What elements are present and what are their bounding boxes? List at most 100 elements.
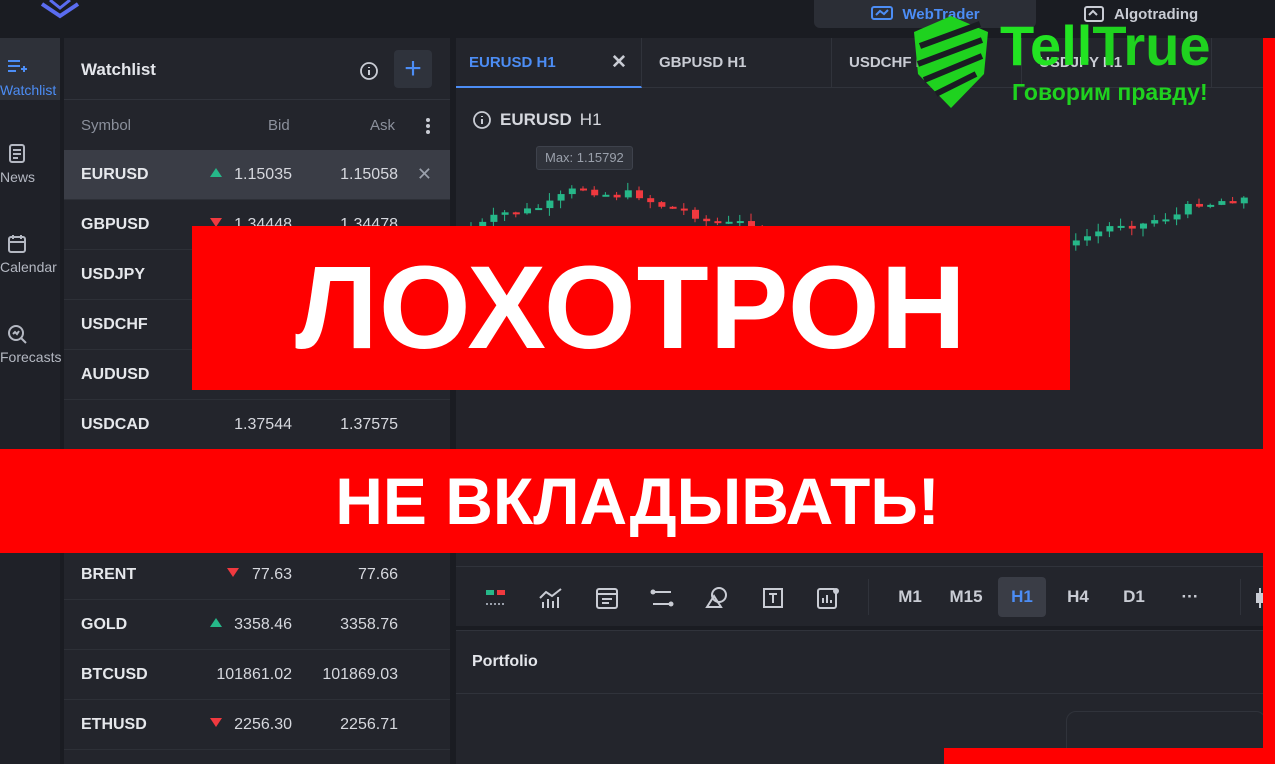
candle-body: [524, 208, 531, 214]
red-frame-bottom: [944, 748, 1275, 764]
candle-body: [501, 212, 509, 215]
row-ask: 101869.03: [322, 666, 398, 683]
add-symbol-button[interactable]: +: [394, 50, 432, 88]
candle-body: [636, 190, 643, 199]
candle-body: [658, 202, 666, 207]
watchlist-row[interactable]: BTCUSD 101861.02 101869.03: [64, 650, 450, 700]
timeframe-button[interactable]: ···: [1166, 577, 1214, 617]
row-symbol: BRENT: [81, 566, 137, 583]
candle-body: [1140, 223, 1147, 229]
row-symbol: ETHUSD: [81, 716, 147, 733]
row-bid: 2256.30: [234, 716, 292, 733]
row-symbol: USDJPY: [81, 266, 146, 283]
row-symbol: USDCHF: [81, 316, 148, 333]
timeframe-button[interactable]: H1: [998, 577, 1046, 617]
nav-item-news[interactable]: News: [0, 143, 60, 205]
row-symbol: BTCUSD: [81, 666, 148, 683]
chart-title: EURUSD H1: [472, 110, 602, 130]
info-icon[interactable]: [359, 61, 379, 81]
candle-body: [725, 221, 733, 224]
row-bid: 101861.02: [216, 666, 292, 683]
column-ask: Ask: [370, 117, 396, 134]
timeframe-button[interactable]: H4: [1054, 577, 1102, 617]
arrow-up-icon: [209, 168, 222, 177]
timeframe-button[interactable]: M1: [886, 577, 934, 617]
row-symbol: GOLD: [81, 616, 128, 633]
watchlist-row[interactable]: EURUSD 1.15035 1.15058 ✕: [64, 150, 450, 200]
row-symbol: USDCAD: [81, 416, 150, 433]
remove-icon[interactable]: ✕: [417, 164, 432, 185]
scam-headline: ЛОХОТРОН: [295, 242, 967, 374]
row-bid: 77.63: [251, 566, 292, 583]
telltrue-shield-icon: [914, 16, 988, 108]
chart-timeframe: H1: [579, 110, 602, 129]
chart-tab[interactable]: EURUSD H1 ✕: [456, 38, 642, 88]
watchlist-row[interactable]: GOLD 3358.46 3358.76: [64, 600, 450, 650]
red-frame-right: [1263, 38, 1275, 764]
candle-body: [1106, 226, 1114, 232]
watchlist-row[interactable]: ETHUSD 2256.30 2256.71: [64, 700, 450, 750]
calendar-tool-icon[interactable]: [593, 584, 621, 612]
nav-item-label: Watchlist: [0, 82, 57, 98]
candle-body: [703, 218, 711, 222]
candle-body: [1151, 220, 1159, 224]
candle-body: [1162, 219, 1170, 222]
chart-type-icon[interactable]: [482, 584, 510, 612]
row-ask: 1.37575: [340, 416, 398, 433]
horizontal-line-icon[interactable]: [648, 584, 676, 612]
telltrue-name: TellTrue: [1000, 14, 1211, 78]
column-symbol: Symbol: [81, 117, 132, 134]
telltrue-slogan: Говорим правду!: [1012, 79, 1208, 105]
arrow-up-icon: [209, 618, 222, 627]
forecasts-icon: [8, 325, 27, 344]
telltrue-name-part1: Tell: [1000, 14, 1093, 77]
nav-item-forecasts[interactable]: Forecasts: [0, 323, 62, 385]
candle-body: [1184, 203, 1192, 215]
candle-body: [647, 198, 655, 203]
candle-body: [512, 212, 520, 215]
nav-item-watchlist[interactable]: Watchlist: [0, 38, 60, 100]
row-symbol: GBPUSD: [81, 216, 150, 233]
toolbar-divider: [1240, 579, 1241, 615]
shapes-icon[interactable]: [703, 584, 731, 612]
candle-body: [535, 208, 543, 211]
chart-settings-icon[interactable]: [814, 584, 842, 612]
watchlist-row[interactable]: BRENT 77.63 77.66: [64, 550, 450, 600]
more-vertical-icon[interactable]: [420, 116, 436, 136]
row-bid: 1.37544: [234, 416, 292, 433]
candle-body: [591, 189, 599, 196]
watchlist-row[interactable]: USDCAD 1.37544 1.37575: [64, 400, 450, 450]
warning-banner: НЕ ВКЛАДЫВАТЬ!: [0, 449, 1275, 553]
candle-body: [669, 206, 677, 209]
row-ask: 2256.71: [340, 716, 398, 733]
candle-body: [1196, 203, 1203, 207]
portfolio-panel: Portfolio: [456, 630, 1275, 764]
toolbar-divider: [868, 579, 869, 615]
plus-icon: +: [404, 52, 422, 85]
nav-item-label: News: [0, 169, 36, 185]
screen: WebTrader Algotrading Watchlist News Cal…: [0, 0, 1275, 764]
candle-body: [680, 208, 688, 211]
chart-tab-label: GBPUSD H1: [659, 54, 747, 71]
chart-info-icon[interactable]: [472, 110, 492, 130]
watchlist-title: Watchlist: [81, 60, 156, 79]
timeframe-button[interactable]: M15: [942, 577, 990, 617]
nav-item-label: Forecasts: [0, 349, 62, 365]
nav-item-calendar[interactable]: Calendar: [0, 233, 60, 295]
indicators-icon[interactable]: [537, 584, 565, 612]
candle-body: [1229, 201, 1237, 204]
watchlist-header: Watchlist +: [64, 38, 450, 100]
portfolio-divider: [456, 693, 1275, 694]
row-ask: 77.66: [357, 566, 398, 583]
calendar-icon: [8, 235, 26, 253]
watchlist-columns: Symbol Bid Ask: [64, 100, 450, 150]
timeframe-button[interactable]: D1: [1110, 577, 1158, 617]
chart-tab[interactable]: GBPUSD H1: [646, 38, 832, 88]
text-tool-icon[interactable]: [759, 584, 787, 612]
row-bid: 3358.46: [234, 616, 292, 633]
candle-body: [1095, 231, 1103, 237]
close-tab-icon[interactable]: ✕: [611, 51, 627, 74]
row-bid: 1.15035: [234, 166, 292, 183]
candle-body: [580, 188, 587, 191]
news-icon: [9, 144, 25, 163]
